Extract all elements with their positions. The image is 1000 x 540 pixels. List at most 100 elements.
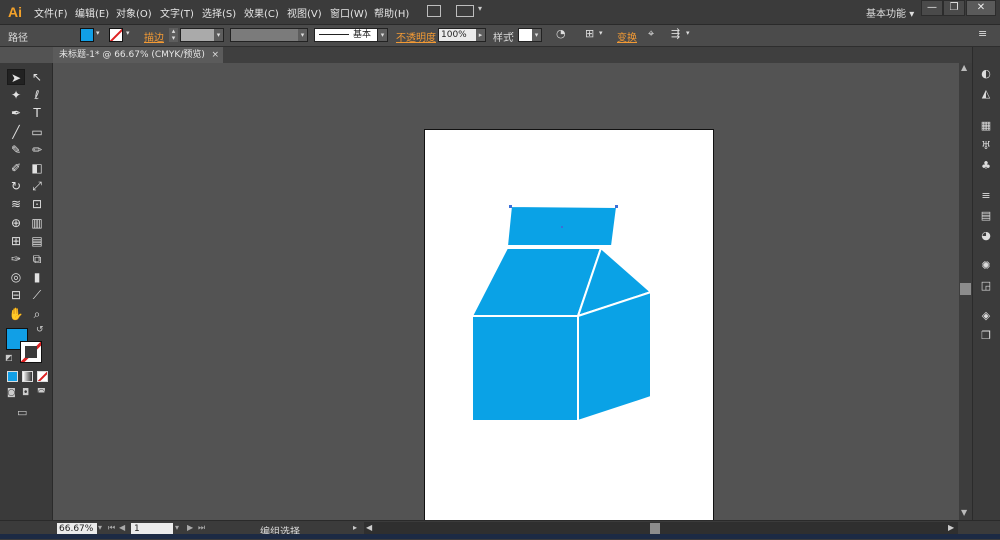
direct-selection-tool-icon[interactable]: ↖ — [28, 69, 46, 85]
artboards-icon[interactable]: ❐ — [979, 329, 993, 343]
menu-edit[interactable]: 编辑(E) — [75, 5, 109, 20]
zoom-dropdown-icon[interactable]: ▾ — [98, 523, 102, 532]
arrange-documents-icon[interactable] — [456, 5, 474, 17]
blend-tool-icon[interactable]: ⧉ — [28, 251, 46, 267]
lasso-tool-icon[interactable]: ℓ — [28, 87, 46, 103]
transform-link[interactable]: 变换 — [617, 29, 637, 44]
first-artboard-icon[interactable]: ⏮ — [108, 523, 115, 533]
opacity-label[interactable]: 不透明度 — [396, 29, 436, 44]
layers-icon[interactable]: ◈ — [979, 309, 993, 323]
menu-window[interactable]: 窗口(W) — [330, 5, 368, 20]
fill-dropdown-icon[interactable]: ▾ — [96, 29, 100, 37]
symbol-sprayer-tool-icon[interactable]: ◎ — [7, 269, 25, 285]
draw-behind-icon[interactable]: ◘ — [22, 388, 29, 398]
brush-definition[interactable]: 基本 — [314, 28, 378, 42]
pen-tool-icon[interactable]: ✒ — [7, 105, 25, 121]
close-tab-icon[interactable]: × — [211, 47, 219, 63]
menu-object[interactable]: 对象(O) — [116, 5, 152, 20]
variable-width-profile[interactable]: ▾ — [230, 28, 308, 42]
shape-builder-tool-icon[interactable]: ⊕ — [7, 215, 25, 231]
recolor-artwork-icon[interactable]: ◔ — [556, 27, 566, 40]
line-tool-icon[interactable]: ╱ — [7, 124, 25, 140]
vertical-scroll-thumb[interactable] — [960, 283, 971, 295]
artboard-tool-icon[interactable]: ⊟ — [7, 287, 25, 303]
type-tool-icon[interactable]: T — [28, 105, 46, 121]
minimize-button[interactable]: — — [921, 0, 943, 16]
stroke-weight-field[interactable]: ▾ — [180, 28, 224, 42]
close-window-button[interactable]: ✕ — [966, 0, 996, 16]
menu-type[interactable]: 文字(T) — [160, 5, 194, 20]
appearance-icon[interactable]: ✺ — [979, 259, 993, 273]
artboard[interactable] — [424, 129, 714, 520]
color-mode-icon[interactable] — [7, 371, 18, 382]
column-graph-tool-icon[interactable]: ▮ — [28, 269, 46, 285]
canvas[interactable] — [53, 63, 959, 520]
align-dropdown-icon[interactable]: ▾ — [599, 29, 603, 37]
arrange-dropdown-icon[interactable]: ▾ — [478, 4, 482, 13]
eyedropper-tool-icon[interactable]: ✑ — [7, 251, 25, 267]
carton-side-face-shape[interactable] — [577, 291, 652, 422]
mesh-tool-icon[interactable]: ⊞ — [7, 233, 25, 249]
anchor-point[interactable] — [509, 205, 512, 208]
panel-menu-icon[interactable]: ≡ — [978, 27, 987, 40]
stroke-dropdown-icon[interactable]: ▾ — [126, 29, 130, 37]
draw-normal-icon[interactable]: ◙ — [7, 388, 16, 398]
zoom-tool-icon[interactable]: ⌕ — [28, 306, 46, 322]
arrange-icon[interactable]: ⇶ — [671, 27, 680, 40]
menu-help[interactable]: 帮助(H) — [374, 5, 409, 20]
menu-select[interactable]: 选择(S) — [202, 5, 236, 20]
blob-brush-tool-icon[interactable]: ✐ — [7, 160, 25, 176]
swatches-icon[interactable]: ▦ — [979, 119, 993, 133]
next-artboard-icon[interactable]: ▶ — [187, 523, 193, 532]
default-colors-icon[interactable]: ◩ — [5, 353, 13, 362]
brush-dropdown[interactable]: ▾ — [378, 28, 388, 42]
document-tab[interactable]: 未标题-1* @ 66.67% (CMYK/预览) × — [53, 47, 223, 63]
stroke-weight-stepper[interactable]: ▴ ▾ — [169, 28, 178, 42]
symbols-icon[interactable]: ♣ — [979, 159, 993, 173]
artboard-dropdown-icon[interactable]: ▾ — [175, 523, 179, 532]
graphic-styles-icon[interactable]: ◲ — [979, 279, 993, 293]
gradient-tool-icon[interactable]: ▤ — [28, 233, 46, 249]
opacity-field[interactable]: 100% ▸ — [438, 28, 486, 42]
menu-effect[interactable]: 效果(C) — [244, 5, 279, 20]
menu-file[interactable]: 文件(F) — [34, 5, 68, 20]
carton-front-face-shape[interactable] — [471, 315, 579, 422]
warp-tool-icon[interactable]: ≋ — [7, 196, 25, 212]
none-mode-icon[interactable] — [37, 371, 48, 382]
stroke-swatch[interactable] — [109, 28, 123, 42]
rectangle-tool-icon[interactable]: ▭ — [28, 124, 46, 140]
graphic-style-dropdown[interactable]: ▾ — [518, 28, 542, 42]
swap-colors-icon[interactable]: ↺ — [36, 325, 44, 335]
paintbrush-tool-icon[interactable]: ✎ — [7, 142, 25, 158]
eraser-tool-icon[interactable]: ◧ — [28, 160, 46, 176]
gradient-panel-icon[interactable]: ▤ — [979, 209, 993, 223]
scroll-right-icon[interactable]: ▶ — [948, 523, 954, 532]
bridge-icon[interactable] — [427, 5, 441, 17]
stroke-weight-label[interactable]: 描边 — [144, 29, 164, 44]
status-menu-icon[interactable]: ▸ — [353, 523, 357, 532]
scroll-down-icon[interactable]: ▼ — [961, 508, 967, 517]
transparency-icon[interactable]: ◕ — [979, 229, 993, 243]
color-panel-icon[interactable]: ◐ — [979, 67, 993, 81]
vertical-scrollbar[interactable]: ▲ ▼ — [959, 63, 972, 520]
horizontal-scroll-thumb[interactable] — [650, 523, 660, 534]
restore-button[interactable]: ❐ — [943, 0, 965, 16]
rotate-tool-icon[interactable]: ↻ — [7, 178, 25, 194]
last-artboard-icon[interactable]: ⏭ — [198, 523, 205, 533]
gradient-mode-icon[interactable] — [22, 371, 33, 382]
workspace-switcher[interactable]: 基本功能 ▾ — [866, 5, 914, 20]
brushes-icon[interactable]: ♅ — [979, 139, 993, 153]
isolate-group-icon[interactable]: ⌖ — [648, 27, 654, 41]
previous-artboard-icon[interactable]: ◀ — [119, 523, 125, 532]
draw-inside-icon[interactable]: ◚ — [37, 388, 46, 398]
slice-tool-icon[interactable]: ⟋ — [28, 287, 46, 303]
stroke-color-box[interactable] — [20, 341, 42, 363]
pencil-tool-icon[interactable]: ✏ — [28, 142, 46, 158]
fill-swatch[interactable] — [80, 28, 94, 42]
menu-view[interactable]: 视图(V) — [287, 5, 322, 20]
arrange-dropdown-icon-2[interactable]: ▾ — [686, 29, 690, 37]
stroke-panel-icon[interactable]: ≡ — [979, 189, 993, 203]
magic-wand-tool-icon[interactable]: ✦ — [7, 87, 25, 103]
scale-tool-icon[interactable]: ⤢ — [28, 178, 46, 194]
perspective-grid-tool-icon[interactable]: ▥ — [28, 215, 46, 231]
